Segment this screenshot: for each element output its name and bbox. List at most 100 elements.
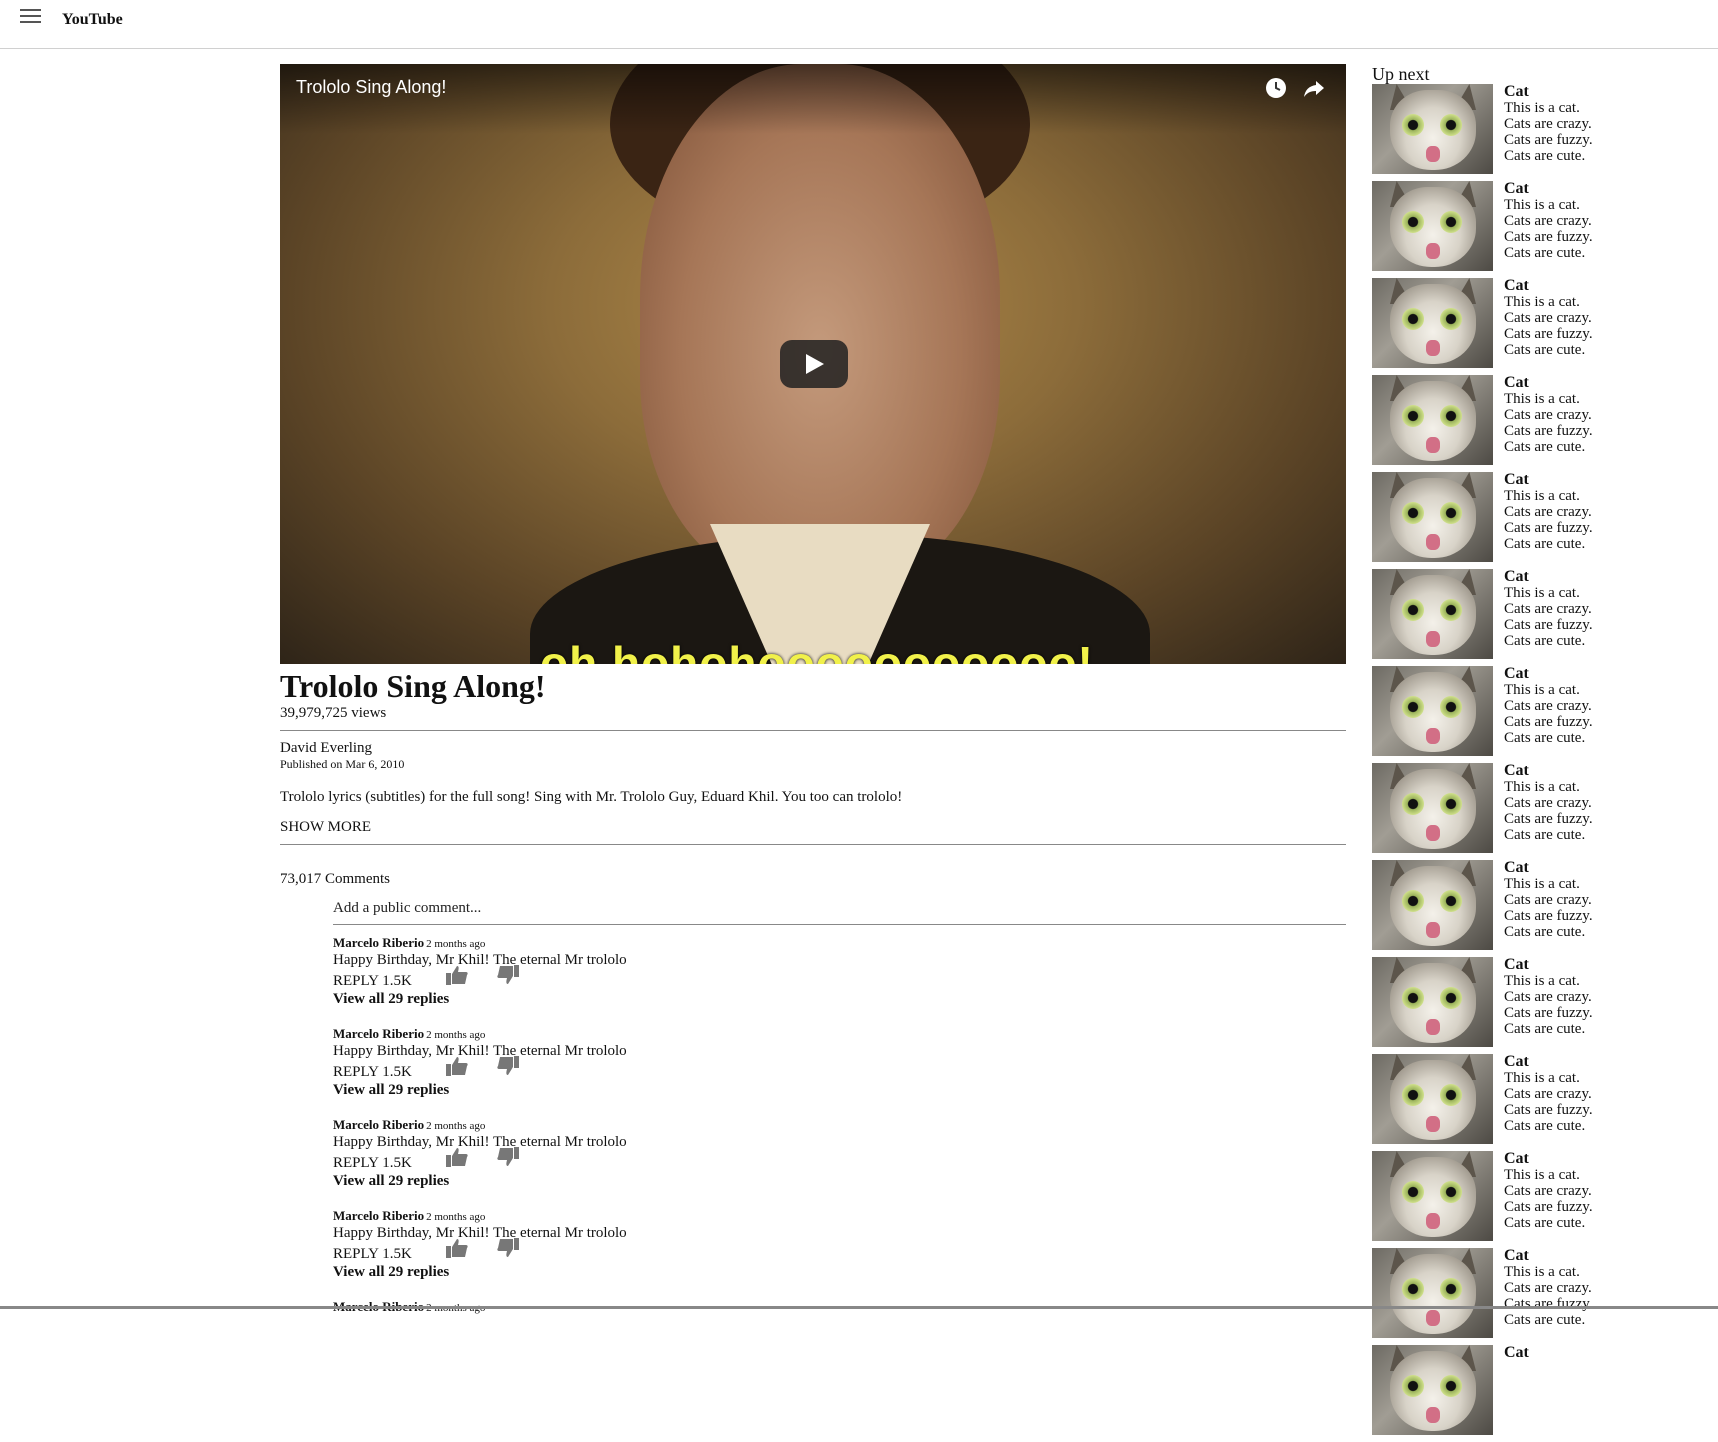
cat-thumbnail[interactable]: [1372, 666, 1493, 756]
card-title[interactable]: Cat: [1504, 375, 1593, 391]
cat-mouth: [1426, 1310, 1440, 1326]
thumbs-down-icon[interactable]: [497, 965, 519, 985]
thumbs-up-icon[interactable]: [446, 1056, 468, 1076]
cat-thumbnail[interactable]: [1372, 569, 1493, 659]
up-next-card[interactable]: Cat This is a cat. Cats are crazy. Cats are…: [1372, 375, 1692, 472]
up-next-card[interactable]: Cat This is a cat. Cats are crazy. Cats are…: [1372, 666, 1692, 763]
play-icon: [806, 354, 824, 374]
clock-icon[interactable]: [1264, 76, 1288, 100]
cat-mouth: [1426, 825, 1440, 841]
up-next-card[interactable]: Cat This is a cat. Cats are crazy. Cats are…: [1372, 472, 1692, 569]
card-description-line: This is a cat.: [1504, 488, 1580, 504]
cat-thumbnail[interactable]: [1372, 860, 1493, 950]
cat-thumbnail[interactable]: [1372, 472, 1493, 562]
thumbs-up-icon[interactable]: [446, 1147, 468, 1167]
view-replies-link[interactable]: View all 29 replies: [333, 1264, 1346, 1281]
card-description-line: Cats are fuzzy.: [1504, 132, 1593, 148]
card-description-line: Cats are crazy.: [1504, 213, 1592, 229]
reply-button[interactable]: REPLY: [333, 1064, 378, 1080]
card-title[interactable]: Cat: [1504, 278, 1593, 294]
up-next-card[interactable]: Cat This is a cat. Cats are crazy. Cats are…: [1372, 84, 1692, 181]
cat-thumbnail[interactable]: [1372, 957, 1493, 1047]
card-title[interactable]: Cat: [1504, 1054, 1593, 1070]
comment-author[interactable]: Marcelo Riberio: [333, 935, 424, 950]
player-overlay-title[interactable]: Trololo Sing Along!: [296, 77, 446, 98]
cat-mouth: [1426, 1116, 1440, 1132]
up-next-card[interactable]: Cat This is a cat. Cats are crazy. Cats are…: [1372, 1248, 1692, 1345]
card-description-line: This is a cat.: [1504, 1070, 1580, 1086]
card-title[interactable]: Cat: [1504, 763, 1593, 779]
card-title[interactable]: Cat: [1504, 1248, 1593, 1264]
view-replies-link[interactable]: View all 29 replies: [333, 1173, 1346, 1190]
comment-time: 2 months ago: [426, 1211, 486, 1223]
cat-thumbnail[interactable]: [1372, 1151, 1493, 1241]
cat-thumbnail[interactable]: [1372, 84, 1493, 174]
play-button[interactable]: [780, 340, 848, 388]
card-description-line: This is a cat.: [1504, 197, 1580, 213]
comment-author[interactable]: Marcelo Riberio: [333, 1026, 424, 1041]
cat-thumbnail[interactable]: [1372, 278, 1493, 368]
cat-eye: [1402, 211, 1424, 233]
card-title[interactable]: Cat: [1504, 1151, 1593, 1167]
cat-thumbnail[interactable]: [1372, 181, 1493, 271]
card-title[interactable]: Cat: [1504, 666, 1593, 682]
comment-actions: [333, 1320, 1346, 1338]
view-replies-link[interactable]: View all 29 replies: [333, 991, 1346, 1008]
card-description-line: This is a cat.: [1504, 682, 1580, 698]
cat-eye: [1440, 308, 1462, 330]
comment-author[interactable]: Marcelo Riberio: [333, 1208, 424, 1223]
card-title[interactable]: Cat: [1504, 1345, 1529, 1361]
add-comment-input[interactable]: Add a public comment...: [333, 900, 1346, 925]
thumbs-up-icon[interactable]: [446, 1238, 468, 1258]
video-player[interactable]: Trololo Sing Along! oh hohohooooooooooo!: [280, 64, 1346, 664]
share-icon[interactable]: [1302, 76, 1326, 100]
card-info: Cat This is a cat. Cats are crazy. Cats are…: [1504, 1054, 1593, 1135]
up-next-card[interactable]: Cat This is a cat. Cats are crazy. Cats are…: [1372, 278, 1692, 375]
card-title[interactable]: Cat: [1504, 84, 1593, 100]
card-description-line: This is a cat.: [1504, 294, 1580, 310]
up-next-card[interactable]: Cat: [1372, 1345, 1692, 1442]
cat-thumbnail[interactable]: [1372, 1054, 1493, 1144]
card-title[interactable]: Cat: [1504, 569, 1593, 585]
cat-eye: [1402, 599, 1424, 621]
view-replies-link[interactable]: View all 29 replies: [333, 1082, 1346, 1099]
cat-thumbnail[interactable]: [1372, 375, 1493, 465]
up-next-card[interactable]: Cat This is a cat. Cats are crazy. Cats are…: [1372, 860, 1692, 957]
card-description-line: This is a cat.: [1504, 973, 1580, 989]
reply-button[interactable]: REPLY: [333, 1246, 378, 1262]
show-more-button[interactable]: SHOW MORE: [280, 819, 371, 836]
cat-thumbnail[interactable]: [1372, 1345, 1493, 1435]
reply-button[interactable]: REPLY: [333, 1155, 378, 1171]
player-top-shade: [280, 64, 1346, 134]
card-title[interactable]: Cat: [1504, 181, 1593, 197]
cat-eye: [1402, 1181, 1424, 1203]
comment-author[interactable]: Marcelo Riberio: [333, 1117, 424, 1132]
up-next-card[interactable]: Cat This is a cat. Cats are crazy. Cats are…: [1372, 1054, 1692, 1151]
divider: [280, 730, 1346, 731]
up-next-card[interactable]: Cat This is a cat. Cats are crazy. Cats are…: [1372, 569, 1692, 666]
hamburger-menu-icon[interactable]: [20, 6, 41, 23]
cat-eye: [1440, 1084, 1462, 1106]
up-next-card[interactable]: Cat This is a cat. Cats are crazy. Cats are…: [1372, 1151, 1692, 1248]
cat-thumbnail[interactable]: [1372, 1248, 1493, 1338]
up-next-card[interactable]: Cat This is a cat. Cats are crazy. Cats are…: [1372, 181, 1692, 278]
up-next-card[interactable]: Cat This is a cat. Cats are crazy. Cats are…: [1372, 957, 1692, 1054]
card-title[interactable]: Cat: [1504, 472, 1593, 488]
brand-logo[interactable]: YouTube: [62, 11, 123, 29]
card-description-line: Cats are cute.: [1504, 633, 1586, 649]
cat-thumbnail[interactable]: [1372, 763, 1493, 853]
thumbs-up-icon[interactable]: [446, 965, 468, 985]
cat-eye: [1440, 1278, 1462, 1300]
thumbs-down-icon[interactable]: [497, 1056, 519, 1076]
channel-name[interactable]: David Everling: [280, 739, 1346, 757]
thumbs-down-icon[interactable]: [497, 1147, 519, 1167]
card-description-line: Cats are crazy.: [1504, 310, 1592, 326]
card-title[interactable]: Cat: [1504, 957, 1593, 973]
card-title[interactable]: Cat: [1504, 860, 1593, 876]
up-next-card[interactable]: Cat This is a cat. Cats are crazy. Cats are…: [1372, 763, 1692, 860]
card-description-line: Cats are cute.: [1504, 924, 1586, 940]
cat-mouth: [1426, 1019, 1440, 1035]
thumbs-down-icon[interactable]: [497, 1238, 519, 1258]
card-info: Cat This is a cat. Cats are crazy. Cats are…: [1504, 569, 1593, 650]
reply-button[interactable]: REPLY: [333, 973, 378, 989]
